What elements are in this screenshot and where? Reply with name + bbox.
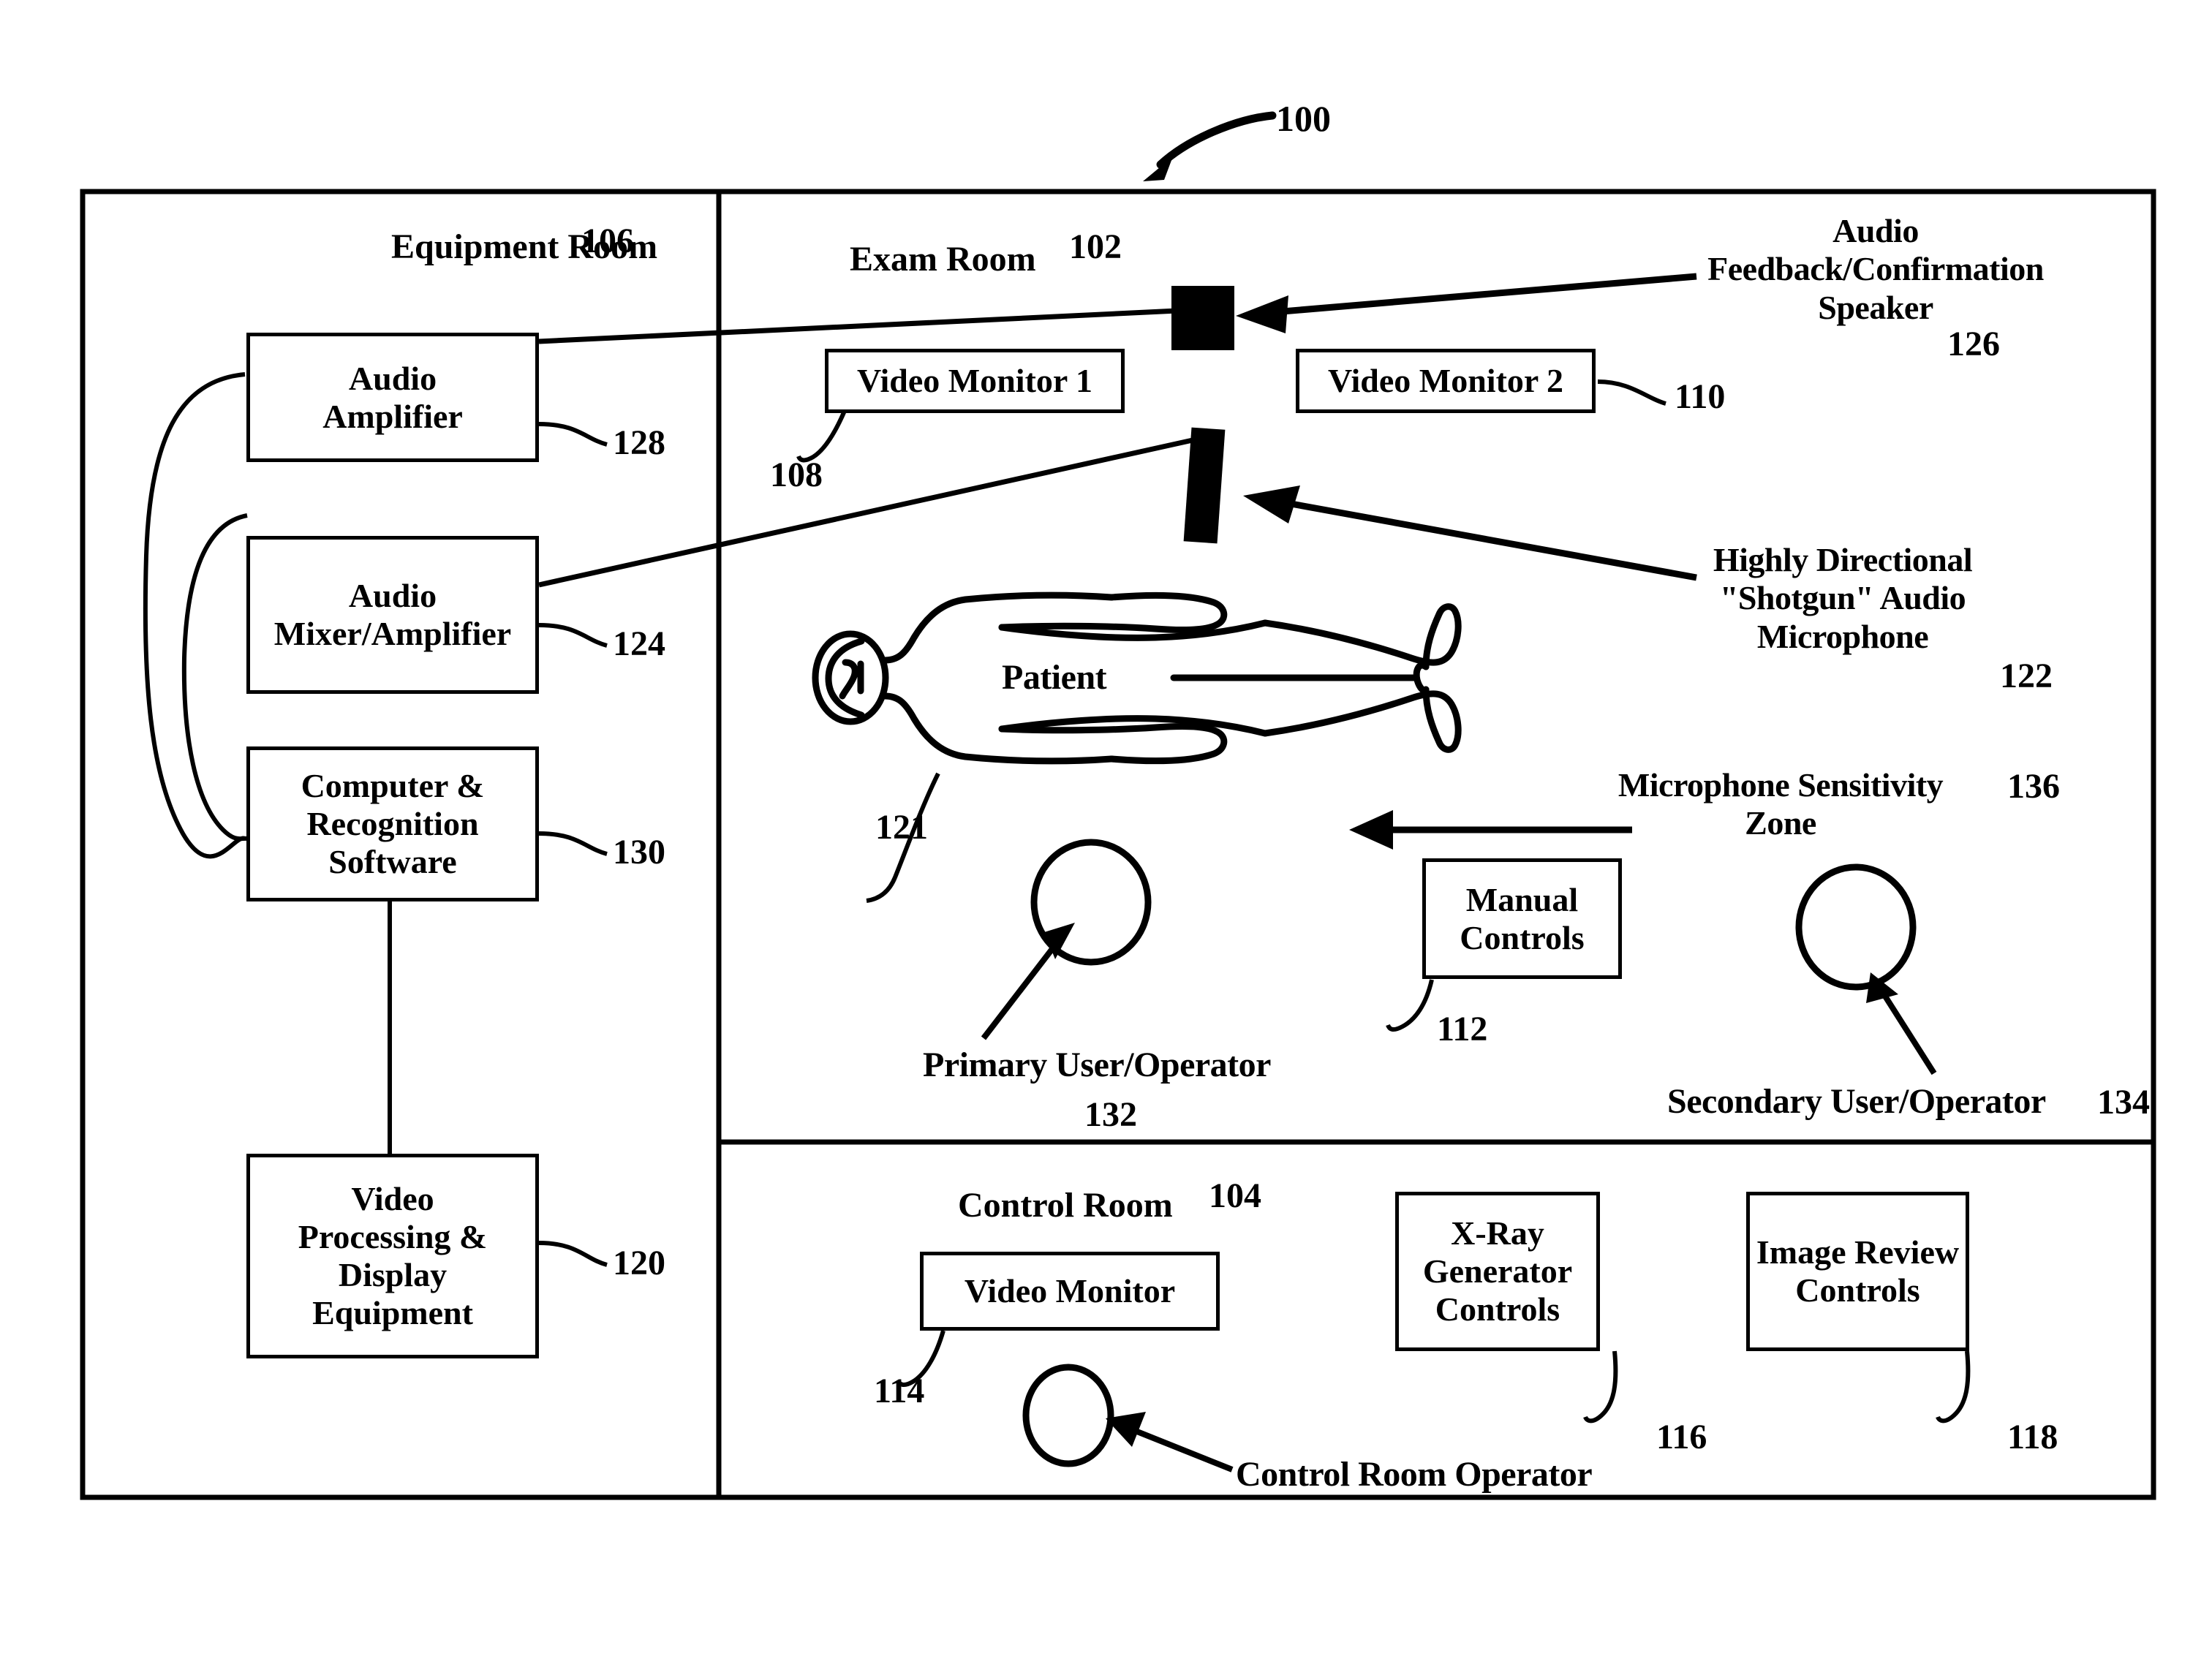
figure-number: 100 bbox=[1276, 98, 1331, 139]
link-amplifier-to-speaker bbox=[538, 308, 1178, 344]
patient-ref: 121 bbox=[875, 808, 928, 847]
leader-130 bbox=[538, 831, 608, 856]
audio-feedback-speaker-ref: 126 bbox=[1947, 325, 2000, 363]
leader-116 bbox=[1583, 1350, 1618, 1424]
secondary-operator-ref: 134 bbox=[2097, 1083, 2150, 1122]
computer-recognition-software-ref: 130 bbox=[613, 833, 665, 872]
connector-amp-to-computer bbox=[143, 372, 246, 859]
control-room-video-monitor-ref: 114 bbox=[874, 1372, 925, 1410]
manual-controls-box[interactable]: Manual Controls bbox=[1422, 858, 1622, 979]
audio-amplifier-box[interactable]: Audio Amplifier bbox=[246, 333, 539, 462]
audio-amplifier-ref: 128 bbox=[613, 423, 665, 462]
secondary-operator-arrow bbox=[1866, 972, 1937, 1075]
audio-mixer-amplifier-ref: 124 bbox=[613, 624, 665, 663]
image-review-controls-box[interactable]: Image Review Controls bbox=[1746, 1192, 1969, 1351]
speaker-leader-arrow bbox=[1236, 273, 1697, 333]
equipment-room-ref: 106 bbox=[581, 222, 634, 260]
primary-operator-arrow bbox=[981, 923, 1075, 1040]
leader-112 bbox=[1386, 979, 1434, 1032]
audio-speaker-shape bbox=[1171, 286, 1234, 350]
shotgun-microphone-label: Highly Directional "Shotgun" Audio Micro… bbox=[1713, 541, 1973, 655]
control-room-video-monitor-box[interactable]: Video Monitor bbox=[920, 1252, 1220, 1331]
leader-120 bbox=[538, 1241, 608, 1267]
microphone-leader-arrow bbox=[1243, 485, 1697, 581]
exam-room-ref: 102 bbox=[1069, 227, 1122, 266]
video-monitor-1-ref: 108 bbox=[770, 455, 823, 494]
leader-118 bbox=[1936, 1350, 1971, 1424]
control-room-ref: 104 bbox=[1209, 1176, 1261, 1215]
shotgun-microphone-shape bbox=[1183, 427, 1226, 544]
primary-operator-ref: 132 bbox=[1084, 1095, 1137, 1134]
control-room-operator-circle bbox=[1022, 1364, 1114, 1467]
primary-operator-label: Primary User/Operator bbox=[923, 1046, 1271, 1084]
video-processing-display-equipment-box[interactable]: Video Processing & Display Equipment bbox=[246, 1154, 539, 1358]
manual-controls-ref: 112 bbox=[1437, 1010, 1488, 1048]
leader-128 bbox=[538, 422, 608, 447]
leader-124 bbox=[538, 623, 608, 648]
leader-108 bbox=[796, 409, 847, 463]
microphone-sensitivity-zone-ref: 136 bbox=[2007, 767, 2060, 806]
video-monitor-2-box[interactable]: Video Monitor 2 bbox=[1296, 349, 1596, 413]
control-room-operator-label: Control Room Operator bbox=[1236, 1455, 1593, 1494]
computer-recognition-software-box[interactable]: Computer & Recognition Software bbox=[246, 746, 539, 901]
patent-figure: Equipment Room 106 Exam Room 102 Control… bbox=[0, 0, 2212, 1656]
shotgun-microphone-ref: 122 bbox=[2000, 657, 2053, 695]
sensitivity-zone-arrow bbox=[1349, 810, 1632, 850]
control-room-operator-arrow bbox=[1106, 1412, 1234, 1472]
control-room-title: Control Room bbox=[958, 1186, 1173, 1225]
microphone-sensitivity-zone-label: Microphone Sensitivity Zone bbox=[1618, 766, 1944, 842]
audio-mixer-amplifier-box[interactable]: Audio Mixer/Amplifier bbox=[246, 536, 539, 694]
primary-operator-circle bbox=[1030, 839, 1152, 966]
xray-generator-controls-box[interactable]: X-Ray Generator Controls bbox=[1395, 1192, 1600, 1351]
patient-figure bbox=[812, 591, 1462, 765]
figure-100-leader bbox=[1143, 111, 1277, 181]
leader-110 bbox=[1597, 379, 1666, 406]
audio-feedback-speaker-label: Audio Feedback/Confirmation Speaker bbox=[1707, 212, 2044, 326]
video-processing-display-equipment-ref: 120 bbox=[613, 1244, 665, 1282]
secondary-operator-label: Secondary User/Operator bbox=[1667, 1082, 2046, 1121]
video-monitor-2-ref: 110 bbox=[1675, 377, 1726, 416]
connector-mixer-to-computer bbox=[181, 513, 248, 842]
exam-room-title: Exam Room bbox=[850, 240, 1036, 279]
image-review-controls-ref: 118 bbox=[2007, 1418, 2058, 1456]
secondary-operator-circle bbox=[1795, 863, 1917, 991]
patient-label: Patient bbox=[1002, 658, 1107, 697]
video-monitor-1-box[interactable]: Video Monitor 1 bbox=[825, 349, 1125, 413]
xray-generator-controls-ref: 116 bbox=[1656, 1418, 1707, 1456]
